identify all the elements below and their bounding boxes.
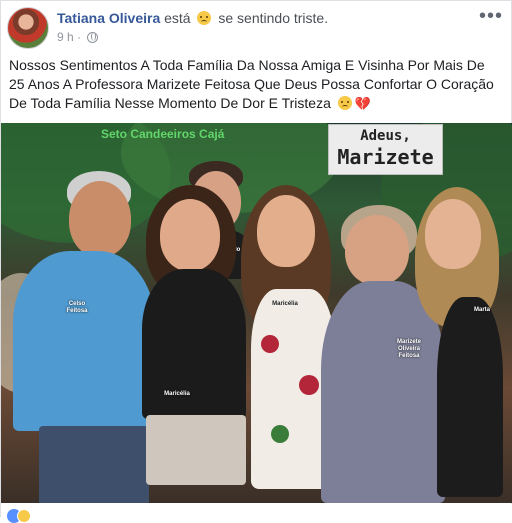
sad-face-icon — [197, 11, 212, 25]
author-avatar[interactable] — [7, 7, 49, 49]
sign-line2: Marizete — [337, 145, 434, 169]
post-meta: 9 h · — [57, 30, 99, 44]
sad-reaction-icon[interactable] — [17, 509, 31, 523]
post-photo[interactable]: Seto Candeeiros Cajá Adeus, Marizete Cel… — [1, 123, 512, 503]
author-line: Tatiana Oliveira está se sentindo triste… — [57, 10, 328, 26]
tag-maricelia: Maricélia — [164, 391, 190, 397]
farewell-sign: Adeus, Marizete — [328, 124, 443, 175]
meta-separator: · — [77, 30, 82, 44]
person-maricelia: Maricélia — [136, 185, 251, 503]
person-marta: Marta — [411, 187, 506, 503]
tag-maricelia-2: Maricélia — [272, 301, 298, 307]
tag-marta: Marta — [473, 307, 490, 313]
post-text: Nossos Sentimentos A Toda Família Da Nos… — [9, 56, 503, 113]
post-body: Nossos Sentimentos A Toda Família Da Nos… — [9, 57, 494, 111]
broken-heart-icon: 💔 — [354, 96, 371, 111]
feeling-text[interactable]: se sentindo triste. — [218, 10, 328, 26]
sign-line1: Adeus, — [360, 128, 411, 144]
reactions-bar — [1, 504, 512, 523]
more-options-icon[interactable]: ••• — [479, 6, 503, 26]
photo-watermark: Seto Candeeiros Cajá — [101, 127, 225, 141]
timestamp[interactable]: 9 h — [57, 30, 74, 44]
post-header: Tatiana Oliveira está se sentindo triste… — [7, 6, 507, 49]
tag-celso: Celso Feitosa — [66, 301, 88, 314]
author-name[interactable]: Tatiana Oliveira — [57, 10, 160, 26]
globe-icon — [87, 32, 99, 43]
feeling-prefix: está — [164, 10, 191, 26]
facebook-post: Tatiana Oliveira está se sentindo triste… — [0, 0, 512, 523]
sad-face-icon — [337, 96, 352, 110]
